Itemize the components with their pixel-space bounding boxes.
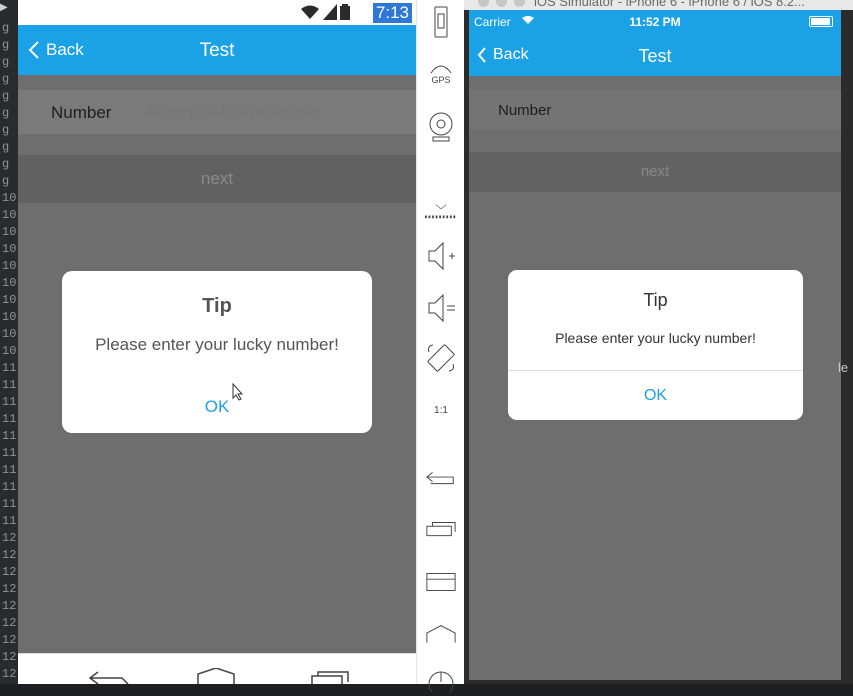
battery-icon [809,16,833,27]
alert-divider [508,370,803,371]
android-emulator-screen: 7:13 Back Test Number next Tip Please en… [18,0,416,684]
gutter-line-number: 10 [2,276,17,290]
gutter-line-number: 10 [2,259,17,273]
power-icon[interactable] [425,664,457,696]
home-nav-icon[interactable] [196,668,236,684]
dialog-title: Tip [202,295,232,317]
gutter-line-number: 10 [2,310,17,324]
ok-button[interactable]: OK [508,387,803,405]
gutter-line-number: 11 [2,480,17,494]
gutter-line-number: 12 [2,667,17,681]
gutter-line-number: 10 [2,191,17,205]
tip-alert: Tip Please enter your lucky number! OK [508,270,803,420]
gutter-line-number: 12 [2,650,17,664]
camera-icon[interactable] [425,110,457,142]
close-window-icon[interactable] [478,0,489,7]
rotate-icon[interactable] [425,342,457,374]
gutter-line-number: 10 [2,208,17,222]
gutter-line-number: g [2,72,10,86]
editor-text-fragment: le [838,360,849,375]
gutter-line-number: 11 [2,463,17,477]
wifi-icon [301,5,319,19]
editor-line-gutter: ▶ g g g g g g g g g g 10 10 10 10 10 10 10 10 10 10 11 11 11 11… [0,0,18,684]
gutter-line-number: g [2,38,10,52]
gutter-line-number: g [2,89,10,103]
gutter-line-number: 12 [2,582,17,596]
android-bottom-bar [18,653,416,684]
page-title: Test [199,40,235,61]
gutter-line-number: 12 [2,531,17,545]
gutter-line-number: 11 [2,412,17,426]
gutter-line-number: 10 [2,242,17,256]
gutter-line-number: g [2,21,10,35]
volume-down-icon[interactable] [425,292,457,324]
gutter-line-number: 11 [2,446,17,460]
device-icon[interactable] [425,6,457,38]
status-time: 11:52 PM [629,15,681,29]
gutter-line-number: g [2,157,10,171]
next-button[interactable]: next [18,155,416,203]
window-title: iOS Simulator - iPhone 6 - iPhone 6 / iO… [534,0,805,9]
gutter-line-number: g [2,174,10,188]
gutter-line-number: 12 [2,616,17,630]
alert-title: Tip [643,290,668,310]
scale-icon[interactable]: 1:1 [425,394,457,426]
recent-apps-icon[interactable] [310,670,350,684]
android-status-bar: 7:13 [18,0,416,25]
gutter-line-number: 12 [2,565,17,579]
ios-window-titlebar: iOS Simulator - iPhone 6 - iPhone 6 / iO… [464,0,853,10]
back-key-icon[interactable] [425,462,457,494]
gutter-line-number: 10 [2,344,17,358]
gutter-line-number: 11 [2,429,17,443]
back-nav-icon[interactable] [88,670,132,684]
gutter-line-number: g [2,123,10,137]
gutter-line-number: 10 [2,327,17,341]
lucky-number-input[interactable] [148,103,398,120]
gutter-line-number: 11 [2,514,17,528]
ios-nav-bar: Carrier 11:52 PM Back Test [469,10,841,76]
status-icons [300,4,350,20]
battery-icon [340,4,350,20]
gutter-line-number: 11 [2,497,17,511]
gutter-line-number: 11 [2,395,17,409]
alert-message: Please enter your lucky number! [555,330,756,346]
emulator-toolbar: GPS 1:1 [416,0,465,692]
gutter-line-number: 12 [2,548,17,562]
gps-label: GPS [431,75,451,85]
ok-button[interactable]: OK [62,397,372,417]
number-label: Number [51,103,112,122]
toolbar-scroll-icon[interactable] [425,196,457,236]
lucky-number-input[interactable] [575,102,805,117]
gutter-line-number: g [2,106,10,120]
gps-icon[interactable]: GPS [425,58,457,90]
screenshot-key-icon[interactable] [425,566,457,598]
gutter-line-number: 10 [2,225,17,239]
status-time: 7:13 [372,3,412,23]
scale-label: 1:1 [434,404,448,416]
gutter-line-number: 10 [2,293,17,307]
home-key-icon[interactable] [425,618,457,650]
tip-dialog: Tip Please enter your lucky number! OK [62,271,372,433]
android-nav-bar: Back Test [18,25,416,75]
minimize-window-icon[interactable] [496,0,507,7]
dialog-message: Please enter your lucky number! [95,335,339,354]
signal-icon [323,4,337,20]
gutter-line-number: g [2,55,10,69]
gutter-line-number: 12 [2,633,17,647]
next-button[interactable]: next [469,152,841,192]
volume-up-icon[interactable] [425,240,457,272]
ios-simulator-window: iOS Simulator - iPhone 6 - iPhone 6 / iO… [464,0,853,684]
zoom-window-icon[interactable] [514,0,525,7]
ios-screen: Carrier 11:52 PM Back Test Number next T… [469,10,841,680]
number-label: Number [498,102,552,119]
page-title: Test [638,46,672,66]
gutter-line-number: 12 [2,599,17,613]
gutter-line-number: 11 [2,378,17,392]
gutter-line-number: 11 [2,361,17,375]
mouse-cursor-icon [232,383,244,401]
play-arrow-icon: ▶ [0,3,8,14]
gutter-line-number: g [2,140,10,154]
menu-key-icon[interactable] [425,514,457,546]
